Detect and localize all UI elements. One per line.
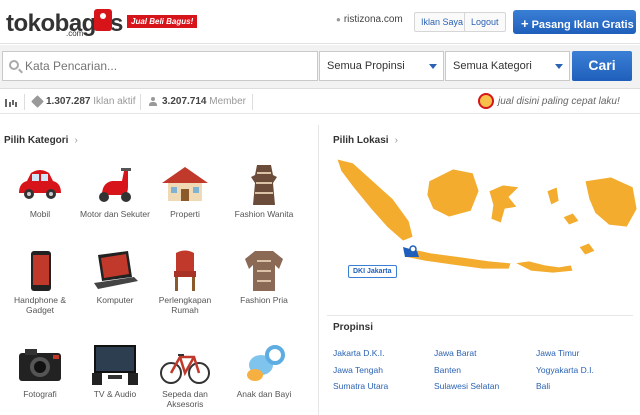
- site-name-text: ristizona.com: [343, 14, 403, 25]
- category-properti[interactable]: Properti: [146, 163, 224, 219]
- category-motor[interactable]: Motor dan Sekuter: [76, 163, 154, 219]
- category-label: Perlengkapan Rumah: [158, 295, 212, 315]
- province-link[interactable]: Jawa Tengah: [333, 365, 383, 375]
- category-anak-bayi[interactable]: Anak dan Bayi: [225, 343, 303, 399]
- category-tv-audio[interactable]: TV & Audio: [76, 343, 154, 399]
- pasang-iklan-label: Pasang Iklan Gratis: [531, 19, 634, 31]
- member-count-stat: 3.207.714 Member: [162, 96, 246, 107]
- category-mobil[interactable]: Mobil: [1, 163, 79, 219]
- shirt-icon: [237, 249, 291, 293]
- plus-icon: +: [521, 16, 529, 31]
- map-region-label[interactable]: DKI Jakarta: [348, 265, 397, 278]
- province-link[interactable]: Jakarta D.K.I.: [333, 348, 385, 358]
- bar-chart-icon: [5, 99, 15, 107]
- scooter-icon: [88, 163, 142, 207]
- site-dot-icon: ●: [336, 15, 341, 24]
- ads-label: Iklan aktif: [93, 96, 136, 107]
- category-label: Motor dan Sekuter: [80, 209, 150, 219]
- logo-sub: .com: [66, 29, 84, 38]
- search-button[interactable]: Cari: [572, 51, 632, 81]
- province-section-title: Propinsi: [333, 322, 374, 333]
- province-link[interactable]: Sumatra Utara: [333, 381, 388, 391]
- stats-bar: 1.307.287 Iklan aktif 3.207.714 Member j…: [0, 90, 640, 114]
- search-bar: Semua Propinsi Semua Kategori Cari: [0, 45, 640, 89]
- category-label: Fotografi: [23, 389, 57, 399]
- iklan-saya-button[interactable]: Iklan Saya: [414, 12, 471, 32]
- slogan-badge: Jual Beli Bagus!: [127, 15, 198, 28]
- ads-count-stat: 1.307.287 Iklan aktif: [46, 96, 136, 107]
- category-label: Fashion Pria: [240, 295, 288, 305]
- site-name: ● ristizona.com: [336, 14, 403, 25]
- category-label: Properti: [170, 209, 200, 219]
- divider: [327, 315, 633, 316]
- category-label: Mobil: [29, 209, 51, 219]
- member-label: Member: [209, 96, 246, 107]
- category-komputer[interactable]: Komputer: [76, 249, 154, 305]
- province-link[interactable]: Jawa Timur: [536, 348, 579, 358]
- caret-down-icon: [555, 64, 563, 69]
- category-section-title: Pilih Kategori ›: [4, 135, 78, 146]
- header: tokobagus .com Jual Beli Bagus! ● ristizo…: [0, 0, 640, 44]
- category-fashion-wanita[interactable]: Fashion Wanita: [225, 163, 303, 219]
- logout-button[interactable]: Logout: [464, 12, 506, 32]
- location-section-title: Pilih Lokasi ›: [333, 135, 398, 146]
- chair-icon: [158, 249, 212, 293]
- bicycle-icon: [158, 343, 212, 387]
- category-fotografi[interactable]: Fotografi: [1, 343, 79, 399]
- category-label: Fashion Wanita: [234, 209, 294, 219]
- laptop-icon: [88, 249, 142, 293]
- province-select-value: Semua Propinsi: [327, 60, 405, 72]
- category-title-text: Pilih Kategori: [4, 135, 69, 146]
- category-sepeda[interactable]: Sepeda dan Aksesoris: [146, 343, 224, 409]
- category-handphone[interactable]: Handphone & Gadget: [1, 249, 79, 315]
- category-label: Anak dan Bayi: [236, 389, 292, 399]
- tv-icon: [88, 343, 142, 387]
- chevron-right-icon: ›: [74, 135, 78, 146]
- divider: [252, 94, 253, 110]
- province-link[interactable]: Banten: [434, 365, 461, 375]
- category-select[interactable]: Semua Kategori: [445, 51, 570, 81]
- shopping-cart-icon: [478, 93, 494, 109]
- category-panel: Pilih Kategori › Mobil Motor dan Sekuter …: [0, 125, 316, 415]
- province-select[interactable]: Semua Propinsi: [319, 51, 444, 81]
- logo-tag-icon: [94, 9, 112, 31]
- pacifier-icon: [237, 343, 291, 387]
- person-icon: [149, 97, 157, 106]
- location-title-text: Pilih Lokasi: [333, 135, 389, 146]
- phone-icon: [13, 249, 67, 293]
- pasang-iklan-button[interactable]: + Pasang Iklan Gratis: [513, 10, 636, 34]
- divider: [24, 94, 25, 110]
- category-fashion-pria[interactable]: Fashion Pria: [225, 249, 303, 305]
- promo-text: jual disini paling cepat laku!: [498, 96, 620, 107]
- camera-icon: [13, 343, 67, 387]
- category-label: Komputer: [96, 295, 134, 305]
- category-select-value: Semua Kategori: [453, 60, 532, 72]
- category-label: Sepeda dan Aksesoris: [162, 389, 208, 409]
- province-link[interactable]: Bali: [536, 381, 550, 391]
- search-icon: [9, 60, 19, 70]
- category-label: TV & Audio: [93, 389, 137, 399]
- search-input[interactable]: [2, 51, 318, 81]
- house-icon: [158, 163, 212, 207]
- member-count: 3.207.714: [162, 96, 207, 107]
- dress-icon: [237, 163, 291, 207]
- caret-down-icon: [429, 64, 437, 69]
- category-perlengkapan-rumah[interactable]: Perlengkapan Rumah: [146, 249, 224, 315]
- province-link[interactable]: Jawa Barat: [434, 348, 477, 358]
- divider: [140, 94, 141, 110]
- car-icon: [13, 163, 67, 207]
- chevron-right-icon: ›: [394, 135, 398, 146]
- province-link[interactable]: Sulawesi Selatan: [434, 381, 499, 391]
- ads-count: 1.307.287: [46, 96, 91, 107]
- province-link[interactable]: Yogyakarta D.I.: [536, 365, 594, 375]
- category-label: Handphone & Gadget: [14, 295, 66, 315]
- tag-icon: [31, 95, 44, 108]
